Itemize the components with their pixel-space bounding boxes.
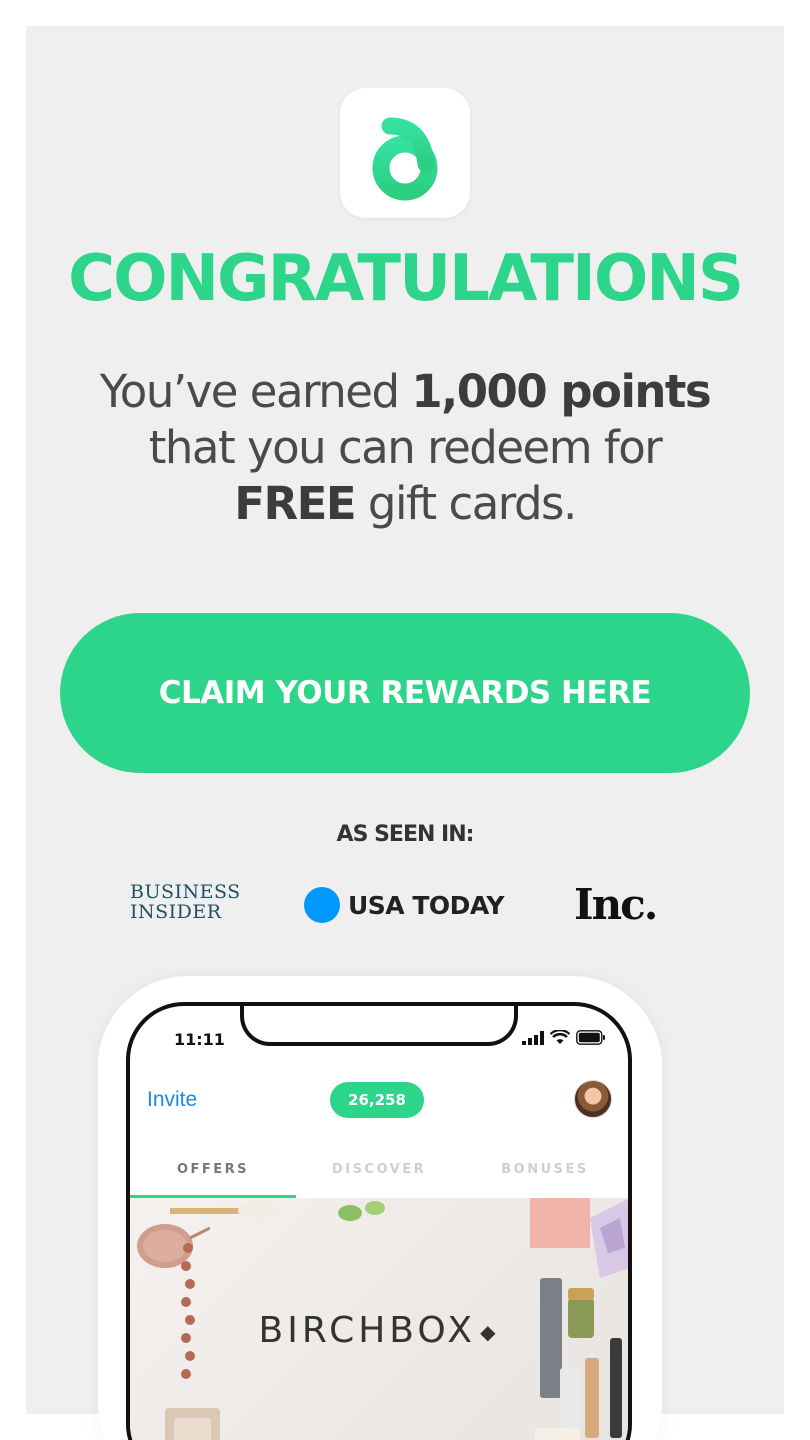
usa-today-dot-icon <box>304 887 340 923</box>
compact-mirror-icon <box>165 1408 220 1440</box>
diamond-icon: ◆ <box>480 1320 500 1344</box>
signal-icon <box>522 1030 544 1045</box>
tab-bonuses[interactable]: BONUSES <box>462 1152 628 1198</box>
headline: CONGRATULATIONS <box>68 242 744 316</box>
app-logo-icon <box>340 88 470 218</box>
inc-logo: Inc. <box>574 880 658 929</box>
message-text: You’ve earned <box>99 365 412 418</box>
banner-brand: BIRCHBOX ◆ <box>130 1310 628 1351</box>
makeup-brush-icon <box>170 1201 278 1221</box>
tab-offers[interactable]: OFFERS <box>130 1152 296 1198</box>
points-amount: 1,000 points <box>411 365 711 418</box>
phone-notch <box>240 1006 518 1046</box>
reward-message: You’ve earned 1,000 points that you can … <box>66 364 744 532</box>
battery-icon <box>576 1030 605 1045</box>
banner-brand-text: BIRCHBOX <box>258 1310 477 1351</box>
message-text: that you can redeem for <box>148 421 663 474</box>
points-badge[interactable]: 26,258 <box>330 1082 424 1118</box>
phone-screen: 11:11 Invite 26,258 OFFERS DISCOVER BONU… <box>126 1002 632 1440</box>
business-insider-logo: BUSINESS INSIDER <box>130 882 260 922</box>
avatar[interactable] <box>574 1080 612 1118</box>
claim-rewards-button[interactable]: CLAIM YOUR REWARDS HERE <box>60 613 750 773</box>
tab-discover[interactable]: DISCOVER <box>296 1152 462 1198</box>
offer-banner[interactable]: BIRCHBOX ◆ <box>130 1198 628 1440</box>
business-insider-line2: INSIDER <box>130 901 222 923</box>
tab-bar: OFFERS DISCOVER BONUSES <box>130 1152 628 1198</box>
invite-link[interactable]: Invite <box>147 1088 197 1112</box>
plant-icon <box>338 1201 385 1221</box>
business-insider-line1: BUSINESS <box>130 881 241 903</box>
as-seen-in-heading: AS SEEN IN: <box>336 822 475 847</box>
wifi-icon <box>550 1030 570 1044</box>
usa-today-logo: USA TODAY <box>304 886 504 924</box>
message-text: gift cards. <box>355 477 577 530</box>
free-label: FREE <box>234 477 356 530</box>
usa-today-text: USA TODAY <box>348 890 504 920</box>
status-time: 11:11 <box>174 1030 225 1049</box>
status-icons <box>522 1030 606 1045</box>
